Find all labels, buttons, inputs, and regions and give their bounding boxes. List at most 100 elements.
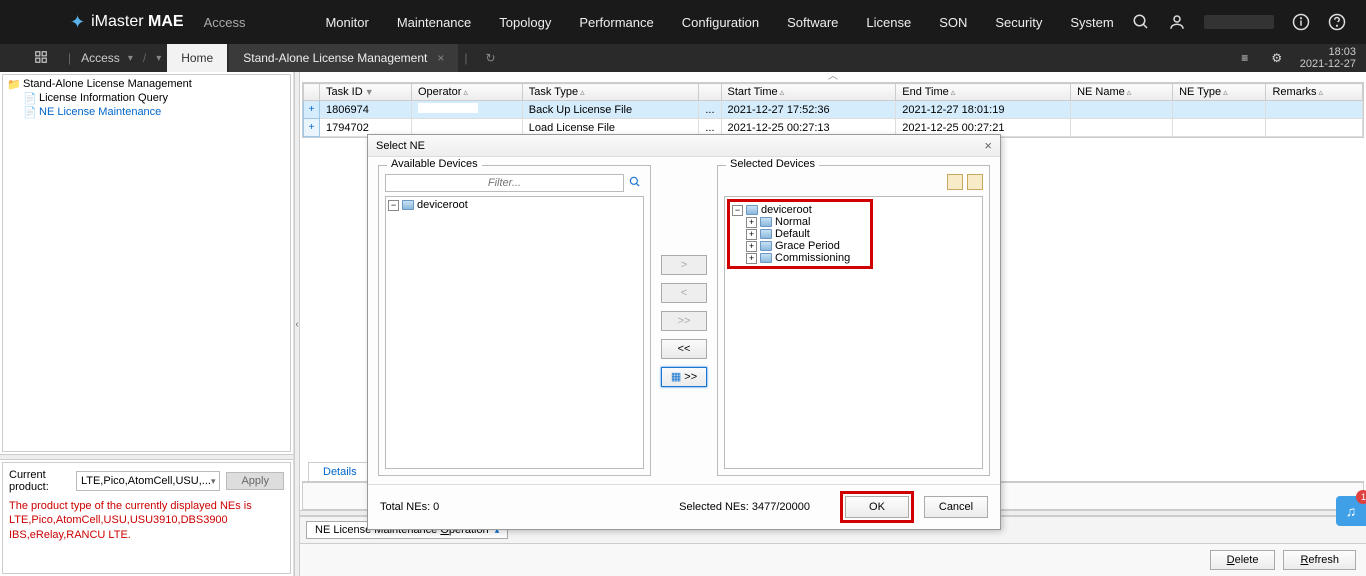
page-icon: 📄 — [23, 106, 35, 118]
username-label[interactable] — [1204, 15, 1274, 29]
tree-node[interactable]: +Commissioning — [732, 252, 852, 264]
ok-highlight: OK — [840, 491, 914, 523]
select-ne-dialog: Select NE × Available Devices −deviceroo… — [367, 134, 1001, 530]
dialog-titlebar[interactable]: Select NE × — [368, 135, 1000, 157]
col-ne-name[interactable]: NE Name▵ — [1071, 84, 1173, 101]
nav-configuration[interactable]: Configuration — [682, 15, 759, 30]
logo-icon: ✦ — [70, 12, 85, 33]
selected-tools — [724, 174, 983, 192]
available-tree[interactable]: − deviceroot — [385, 196, 644, 469]
expand-icon[interactable]: + — [746, 229, 757, 240]
nav-software[interactable]: Software — [787, 15, 838, 30]
search-icon[interactable] — [628, 175, 644, 191]
nav-monitor[interactable]: Monitor — [325, 15, 368, 30]
tree-item-license-info[interactable]: 📄License Information Query — [7, 91, 286, 105]
expand-icon[interactable]: + — [304, 119, 320, 137]
close-icon[interactable]: × — [437, 51, 444, 65]
expand-icon[interactable]: + — [746, 217, 757, 228]
filter-input[interactable] — [385, 174, 624, 192]
header-right — [1132, 13, 1346, 31]
tree-node-root[interactable]: −deviceroot — [732, 204, 852, 216]
notification-fab[interactable]: 1 ♫ — [1336, 496, 1366, 526]
tab-home[interactable]: Home — [167, 44, 227, 72]
available-legend: Available Devices — [387, 158, 482, 170]
node-label: deviceroot — [417, 199, 468, 211]
refresh-button[interactable]: Refresh — [1283, 550, 1356, 570]
bottom-button-bar: Delete Refresh — [300, 543, 1366, 576]
col-end[interactable]: End Time▵ — [896, 84, 1071, 101]
table-header-row: Task ID▼ Operator▵ Task Type▵ Start Time… — [304, 84, 1363, 101]
collapse-icon[interactable]: − — [732, 205, 743, 216]
import-icon[interactable] — [947, 174, 963, 190]
top-header: ✦ iMaster MAE Access Monitor Maintenance… — [0, 0, 1366, 44]
chevron-down-icon[interactable]: ▾ — [124, 53, 137, 64]
info-icon[interactable] — [1292, 13, 1310, 31]
col-task-id[interactable]: Task ID▼ — [320, 84, 412, 101]
move-all-left-button[interactable]: << — [661, 339, 707, 359]
nav-son[interactable]: SON — [939, 15, 967, 30]
product-select[interactable]: LTE,Pico,AtomCell,USU,...▾ — [76, 471, 221, 491]
cell-task-id: 1806974 — [320, 101, 412, 119]
tree-item-label: NE License Maintenance — [39, 106, 161, 118]
search-icon[interactable] — [1132, 13, 1150, 31]
product-value: LTE,Pico,AtomCell,USU,... — [81, 475, 211, 487]
nav-topology[interactable]: Topology — [499, 15, 551, 30]
ok-button[interactable]: OK — [845, 496, 909, 518]
refresh-icon[interactable]: ↻ — [482, 49, 500, 67]
col-operator[interactable]: Operator▵ — [411, 84, 522, 101]
expand-icon[interactable]: + — [746, 253, 757, 264]
chevron-down-icon[interactable]: ▾ — [152, 53, 165, 64]
device-icon — [760, 217, 772, 227]
tree-node[interactable]: +Default — [732, 228, 852, 240]
node-label: Normal — [775, 216, 810, 228]
tab-bar: | Access ▾ / ▾ Home Stand-Alone License … — [0, 44, 1366, 72]
expand-icon[interactable]: + — [746, 241, 757, 252]
grip-icon[interactable]: ︿ — [300, 72, 1366, 82]
col-remarks[interactable]: Remarks▵ — [1266, 84, 1363, 101]
collapse-icon[interactable]: − — [388, 200, 399, 211]
device-icon — [402, 200, 414, 210]
delete-button[interactable]: Delete — [1210, 550, 1276, 570]
selected-tree[interactable]: −deviceroot + Normal +Default +Grace Peri… — [724, 196, 983, 469]
move-right-button[interactable]: > — [661, 255, 707, 275]
col-task-type[interactable]: Task Type▵ — [522, 84, 699, 101]
nav-security[interactable]: Security — [995, 15, 1042, 30]
available-devices-fieldset: Available Devices −deviceroot — [378, 165, 651, 476]
apply-button[interactable]: Apply — [226, 472, 284, 490]
tree-item-ne-license[interactable]: 📄 NE License Maintenance — [7, 105, 286, 119]
page-icon: 📄 — [23, 92, 35, 104]
tree-node[interactable]: + Normal — [732, 216, 852, 228]
tree-node-root[interactable]: − deviceroot — [388, 199, 641, 211]
table-row[interactable]: + 1806974 Back Up License File ... 2021-… — [304, 101, 1363, 119]
cell-operator — [411, 101, 522, 119]
move-left-button[interactable]: < — [661, 283, 707, 303]
list-icon[interactable]: ≡ — [1236, 49, 1254, 67]
tab-license-mgmt[interactable]: Stand-Alone License Management× — [229, 44, 458, 72]
nav-maintenance[interactable]: Maintenance — [397, 15, 471, 30]
device-icon — [760, 229, 772, 239]
tree-node[interactable]: +Grace Period — [732, 240, 852, 252]
user-icon[interactable] — [1168, 13, 1186, 31]
move-special-button[interactable]: ▦ >> — [661, 367, 707, 387]
breadcrumb-access[interactable]: Access — [77, 51, 124, 65]
cancel-button[interactable]: Cancel — [924, 496, 988, 518]
expand-icon[interactable]: + — [304, 101, 320, 119]
help-icon[interactable] — [1328, 13, 1346, 31]
cell-ne-type — [1173, 101, 1266, 119]
close-icon[interactable]: × — [984, 138, 992, 153]
col-start[interactable]: Start Time▵ — [721, 84, 896, 101]
selected-legend: Selected Devices — [726, 158, 819, 170]
nav-license[interactable]: License — [866, 15, 911, 30]
nav-system[interactable]: System — [1070, 15, 1113, 30]
apps-icon[interactable] — [34, 50, 48, 67]
gear-icon[interactable]: ⚙ — [1268, 49, 1286, 67]
cell-ne-name — [1071, 119, 1173, 137]
tree-root[interactable]: 📁Stand-Alone License Management — [7, 77, 286, 91]
export-icon[interactable] — [967, 174, 983, 190]
filter-row — [385, 174, 644, 192]
col-ne-type[interactable]: NE Type▵ — [1173, 84, 1266, 101]
horizontal-splitter[interactable] — [0, 454, 293, 460]
details-tab[interactable]: Details — [308, 462, 372, 481]
nav-performance[interactable]: Performance — [579, 15, 653, 30]
move-all-right-button[interactable]: >> — [661, 311, 707, 331]
